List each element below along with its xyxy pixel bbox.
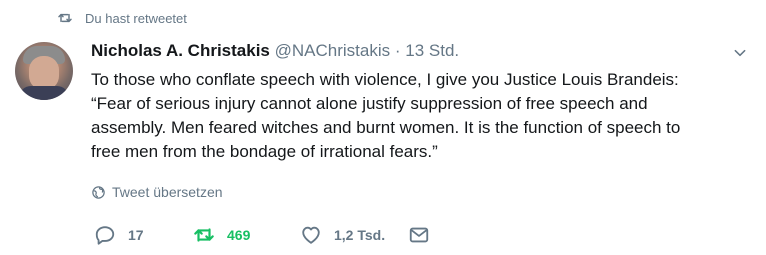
tweet-text-line: assembly. Men feared witches and burnt w… (91, 118, 681, 137)
tweet-actions: 17 469 1,2 Tsd. (94, 224, 534, 248)
tweet-text-line: free men from the bondage of irrational … (91, 142, 438, 161)
avatar[interactable] (15, 42, 73, 100)
tweet-header: Nicholas A. Christakis @NAChristakis · 1… (91, 41, 459, 61)
tweet-text: To those who conflate speech with violen… (91, 68, 751, 164)
retweet-icon (194, 228, 214, 242)
retweet-button[interactable]: 469 (193, 224, 250, 246)
like-count: 1,2 Tsd. (334, 227, 386, 243)
tweet-text-line: To those who conflate speech with violen… (91, 70, 679, 89)
tweet-timestamp[interactable]: 13 Std. (405, 41, 459, 60)
envelope-icon (409, 227, 429, 243)
globe-icon (92, 185, 105, 199)
retweet-count: 469 (227, 227, 251, 243)
tweet-text-line: “Fear of serious injury cannot alone jus… (91, 94, 648, 113)
chevron-down-icon[interactable] (733, 46, 747, 60)
direct-message-button[interactable] (408, 224, 442, 246)
reply-count: 17 (128, 227, 144, 243)
author-handle[interactable]: @NAChristakis (275, 41, 391, 60)
author-name[interactable]: Nicholas A. Christakis (91, 41, 270, 60)
translate-label: Tweet übersetzen (112, 184, 223, 200)
reply-button[interactable]: 17 (94, 224, 144, 246)
header-separator: · (394, 41, 401, 60)
translate-tweet-link[interactable]: Tweet übersetzen (91, 184, 223, 200)
retweet-icon (58, 13, 72, 23)
retweet-context-label: Du hast retweetet (85, 10, 187, 26)
reply-icon (95, 226, 115, 245)
like-button[interactable]: 1,2 Tsd. (300, 224, 385, 246)
heart-icon (302, 226, 320, 244)
retweet-context: Du hast retweetet (57, 10, 187, 26)
